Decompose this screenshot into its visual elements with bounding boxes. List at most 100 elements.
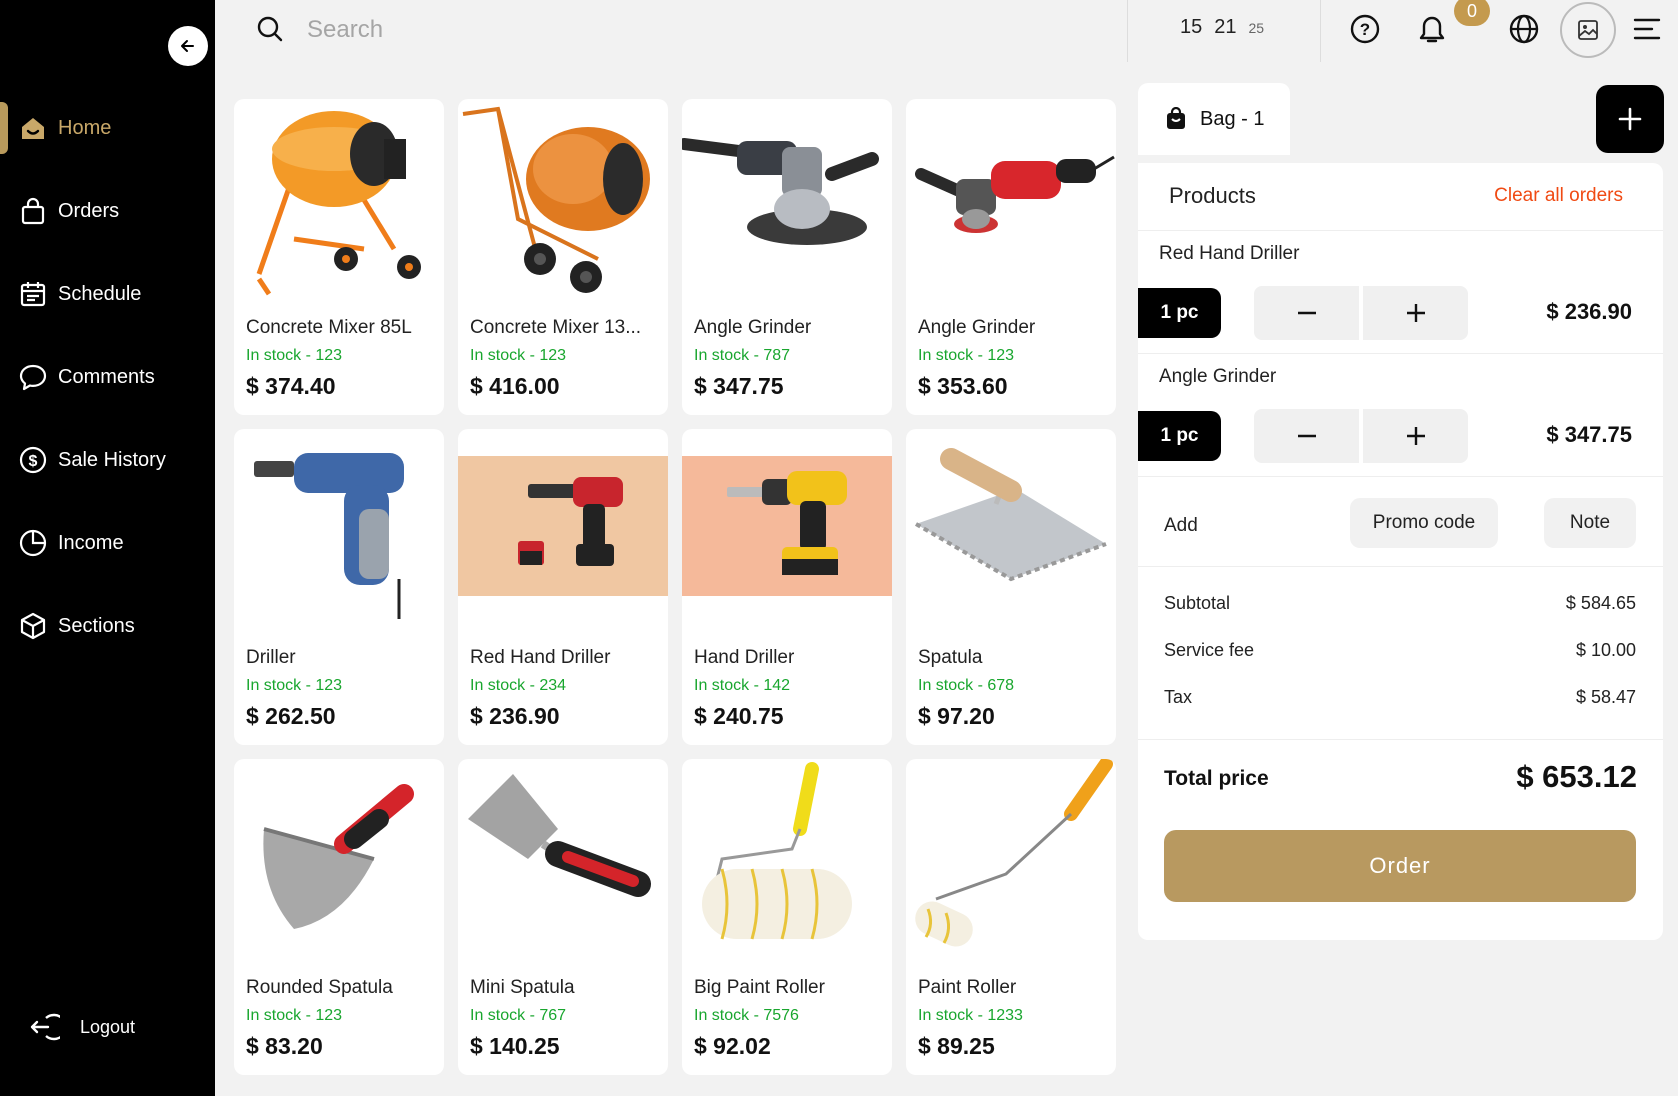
product-card[interactable]: Big Paint Roller In stock - 7576 $ 92.02 — [682, 759, 892, 1075]
product-price: $ 353.60 — [918, 373, 1008, 399]
product-stock: In stock - 234 — [470, 677, 567, 694]
search-input[interactable] — [307, 10, 1007, 50]
sidebar-item-income[interactable]: Income — [0, 517, 215, 569]
product-card[interactable]: Driller In stock - 123 $ 262.50 — [234, 429, 444, 745]
product-name: Concrete Mixer 13... — [470, 317, 642, 338]
increase-quantity-button[interactable] — [1363, 409, 1468, 463]
summary-value: $ 584.65 — [1565, 593, 1636, 613]
cart-extras: Add Promo code Note — [1138, 477, 1663, 567]
avatar[interactable] — [1560, 2, 1616, 58]
order-button[interactable]: Order — [1164, 830, 1636, 902]
divider — [1127, 0, 1128, 62]
product-stock: In stock - 123 — [246, 347, 343, 364]
product-price: $ 236.90 — [470, 703, 560, 729]
product-name: Mini Spatula — [470, 977, 575, 998]
minus-icon — [1297, 311, 1316, 315]
rounded-spatula-image — [263, 784, 414, 929]
product-price: $ 262.50 — [246, 703, 336, 729]
product-name: Concrete Mixer 85L — [246, 317, 412, 338]
product-price: $ 83.20 — [246, 1033, 323, 1059]
sidebar-item-orders[interactable]: Orders — [0, 185, 215, 237]
plus-icon — [1618, 107, 1642, 131]
product-stock: In stock - 678 — [918, 677, 1015, 694]
product-price: $ 140.25 — [470, 1033, 560, 1059]
drill-image — [254, 453, 404, 619]
product-stock: In stock - 767 — [470, 1007, 567, 1024]
help-button[interactable]: ? — [1348, 12, 1382, 46]
product-card[interactable]: Angle Grinder In stock - 123 $ 353.60 — [906, 99, 1116, 415]
product-stock: In stock - 142 — [694, 677, 791, 694]
product-card[interactable]: Rounded Spatula In stock - 123 $ 83.20 — [234, 759, 444, 1075]
product-name: Hand Driller — [694, 647, 795, 668]
summary-label: Service fee — [1164, 640, 1255, 660]
product-name: Spatula — [918, 647, 983, 668]
calendar-icon — [20, 282, 46, 307]
product-stock: In stock - 123 — [246, 677, 343, 694]
decrease-quantity-button[interactable] — [1254, 286, 1359, 340]
sidebar-item-label: Sections — [58, 614, 135, 637]
decrease-quantity-button[interactable] — [1254, 409, 1359, 463]
red-drill-image — [458, 456, 668, 596]
product-name: Angle Grinder — [918, 317, 1036, 338]
sidebar-item-label: Comments — [58, 365, 155, 388]
minus-icon — [1297, 434, 1316, 438]
product-card[interactable]: Mini Spatula In stock - 767 $ 140.25 — [458, 759, 668, 1075]
increase-quantity-button[interactable] — [1363, 286, 1468, 340]
sidebar-item-sale-history[interactable]: $ Sale History — [0, 434, 215, 486]
sidebar-item-label: Income — [58, 531, 124, 554]
summary-value: $ 58.47 — [1575, 687, 1636, 707]
product-card[interactable]: Hand Driller In stock - 142 $ 240.75 — [682, 429, 892, 745]
product-stock: In stock - 123 — [470, 347, 567, 364]
sidebar-item-label: Sale History — [58, 448, 166, 471]
help-icon: ? — [1350, 14, 1380, 44]
sidebar-item-schedule[interactable]: Schedule — [0, 268, 215, 320]
product-card[interactable]: Concrete Mixer 13... In stock - 123 $ 41… — [458, 99, 668, 415]
paint-roller-image — [702, 762, 852, 940]
top-bar: 15 21 25 ? 0 — [215, 0, 1678, 62]
product-card[interactable]: Spatula In stock - 678 $ 97.20 — [906, 429, 1116, 745]
summary-label: Tax — [1164, 687, 1193, 707]
cart-title: Products — [1169, 183, 1256, 208]
cube-icon — [20, 612, 46, 640]
logout-button[interactable]: Logout — [26, 1010, 135, 1044]
sidebar-item-home[interactable]: Home — [0, 102, 215, 154]
cart-item-price: $ 236.90 — [1546, 299, 1632, 324]
product-card[interactable]: Angle Grinder In stock - 787 $ 347.75 — [682, 99, 892, 415]
add-bag-button[interactable] — [1596, 85, 1664, 153]
notifications-button[interactable] — [1415, 12, 1449, 46]
svg-text:?: ? — [1360, 20, 1370, 39]
sidebar: Home Orders Schedule Comments $ Sale His… — [0, 0, 215, 1096]
product-card[interactable]: Concrete Mixer 85L In stock - 123 $ 374.… — [234, 99, 444, 415]
product-card[interactable]: Red Hand Driller In stock - 234 $ 236.90 — [458, 429, 668, 745]
concrete-mixer-image — [256, 111, 421, 296]
cart-item-price: $ 347.75 — [1546, 422, 1632, 447]
product-price: $ 347.75 — [694, 373, 784, 399]
cart-header: Products Clear all orders — [1138, 163, 1663, 231]
arrow-left-icon — [181, 40, 194, 52]
logout-label: Logout — [80, 1016, 136, 1037]
summary-row-tax: Tax $ 58.47 — [1164, 687, 1636, 708]
product-price: $ 416.00 — [470, 373, 560, 399]
bag-icon — [21, 197, 45, 225]
sidebar-item-sections[interactable]: Sections — [0, 600, 215, 652]
clock-hours: 15 — [1180, 16, 1203, 38]
collapse-sidebar-button[interactable] — [168, 26, 208, 66]
divider — [1320, 0, 1321, 62]
menu-button[interactable] — [1630, 12, 1664, 46]
sidebar-item-comments[interactable]: Comments — [0, 351, 215, 403]
language-button[interactable] — [1507, 12, 1541, 46]
bag-tab-label: Bag - 1 — [1200, 107, 1265, 130]
product-name: Red Hand Driller — [470, 647, 611, 668]
total-price-value: $ 653.12 — [1516, 759, 1637, 794]
product-stock: In stock - 123 — [918, 347, 1015, 364]
product-card[interactable]: Paint Roller In stock - 1233 $ 89.25 — [906, 759, 1116, 1075]
promo-code-button[interactable]: Promo code — [1350, 498, 1498, 548]
summary-label: Subtotal — [1164, 593, 1231, 613]
total-price-label: Total price — [1164, 767, 1269, 790]
note-button[interactable]: Note — [1544, 498, 1636, 548]
chat-icon — [19, 364, 47, 391]
bag-tab[interactable]: Bag - 1 — [1138, 83, 1290, 155]
clock: 15 21 25 — [1180, 16, 1264, 39]
clear-all-orders-link[interactable]: Clear all orders — [1494, 185, 1623, 207]
cart-item-quantity: 1 pc — [1138, 288, 1221, 338]
